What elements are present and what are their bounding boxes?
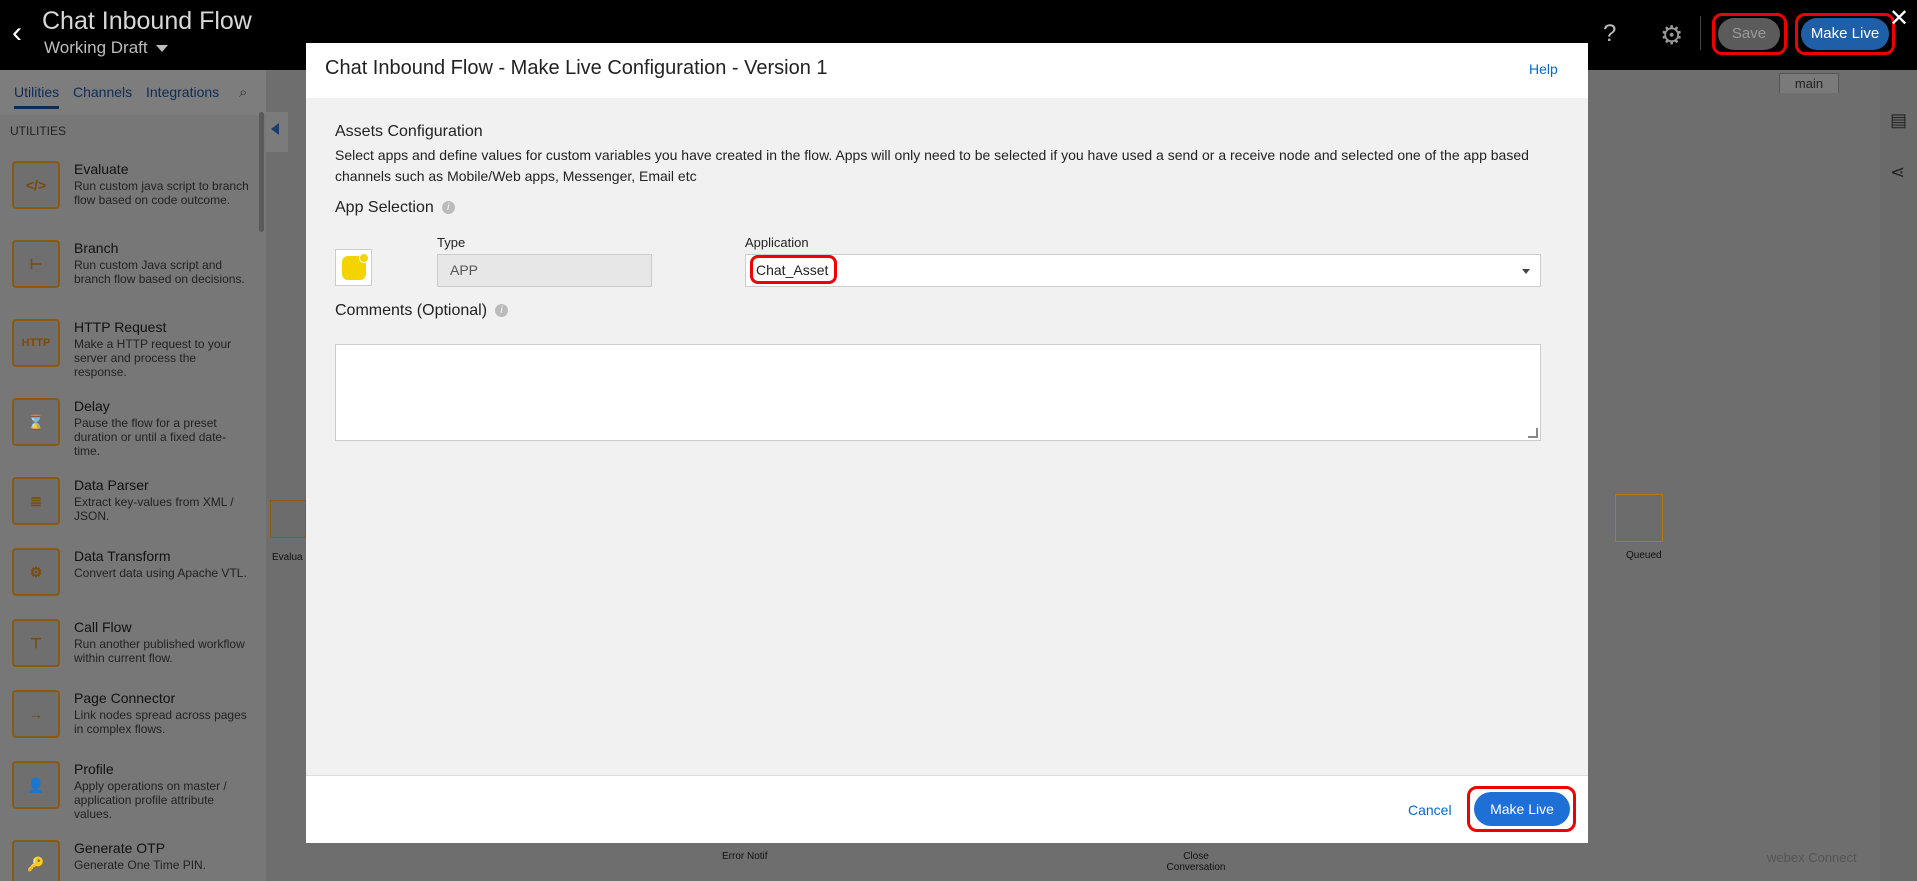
save-highlight (1712, 13, 1787, 55)
utility-name: Profile (74, 761, 114, 777)
gear-icon[interactable]: ⚙ (1660, 20, 1683, 51)
utility-name: Call Flow (74, 619, 132, 635)
tab-integrations[interactable]: Integrations (146, 84, 219, 100)
utility-desc: Convert data using Apache VTL. (74, 566, 247, 580)
dialog-header: Chat Inbound Flow - Make Live Configurat… (306, 43, 1588, 98)
utility-name: Branch (74, 240, 119, 256)
utility-desc: Extract key-values from XML / JSON. (74, 495, 234, 523)
node-label-error-notif: Error Notif (722, 851, 768, 862)
info-icon[interactable]: i (441, 201, 455, 214)
call-flow-icon: ⊤ (12, 619, 60, 667)
utility-delay[interactable]: ⌛ Delay Pause the flow for a preset dura… (12, 398, 262, 468)
utility-http-request[interactable]: HTTP HTTP Request Make a HTTP request to… (12, 319, 262, 389)
utilities-heading: UTILITIES (10, 124, 67, 138)
help-icon[interactable]: ? (1603, 20, 1616, 48)
tab-channels[interactable]: Channels (73, 84, 132, 100)
app-icon-tile (335, 249, 372, 286)
draft-selector[interactable]: Working Draft (44, 38, 168, 58)
application-select[interactable]: Chat_Asset (745, 254, 1541, 287)
data-transform-icon: ⚙ (12, 548, 60, 596)
flow-title: Chat Inbound Flow (42, 7, 252, 35)
utility-data-parser[interactable]: ≣ Data Parser Extract key-values from XM… (12, 477, 262, 547)
utility-desc: Run custom Java script and branch flow b… (74, 258, 245, 286)
key-icon: 🔑 (12, 840, 60, 881)
notes-icon[interactable]: ▤ (1890, 110, 1907, 131)
node-label-queued: Queued (1626, 550, 1662, 561)
profile-icon: 👤 (12, 761, 60, 809)
assets-config-title: Assets Configuration (335, 123, 483, 140)
node-label-close-conversation: Close Conversation (1166, 851, 1226, 873)
dialog-footer: Cancel Make Live (306, 775, 1588, 843)
utility-evaluate[interactable]: </> Evaluate Run custom java script to b… (12, 161, 262, 231)
code-icon: </> (12, 161, 60, 209)
dropdown-arrow-icon (1522, 269, 1530, 274)
make-live-top-highlight (1795, 13, 1895, 55)
make-live-dialog: Chat Inbound Flow - Make Live Configurat… (306, 43, 1588, 843)
brand-logo: webex Connect (1767, 850, 1857, 865)
close-icon[interactable]: ✕ (1889, 4, 1909, 33)
utility-name: Page Connector (74, 690, 176, 706)
utility-name: Evaluate (74, 161, 129, 177)
sidebar-tabs: Utilities Channels Integrations ⌕ (0, 70, 266, 115)
tab-utilities[interactable]: Utilities (14, 84, 60, 109)
comments-heading: Comments (Optional) i (335, 302, 509, 320)
collapse-sidebar-button[interactable] (266, 112, 288, 152)
utility-name: Generate OTP (74, 840, 166, 856)
utility-generate-otp[interactable]: 🔑 Generate OTP Generate One Time PIN. (12, 840, 262, 881)
utility-name: Delay (74, 398, 110, 414)
help-link[interactable]: Help (1529, 61, 1558, 77)
utility-name: HTTP Request (74, 319, 167, 335)
hourglass-icon: ⌛ (12, 398, 60, 446)
app-selection-label: App Selection (335, 199, 434, 216)
tab-main[interactable]: main (1779, 73, 1839, 93)
make-live-highlight (1467, 786, 1576, 832)
sidebar: Utilities Channels Integrations ⌕ UTILIT… (0, 70, 266, 881)
data-parser-icon: ≣ (12, 477, 60, 525)
application-label: Application (745, 235, 809, 250)
branch-icon: ⊢ (12, 240, 60, 288)
back-icon[interactable]: ‹ (12, 18, 34, 48)
http-icon: HTTP (12, 319, 60, 367)
page-connector-icon: → (12, 690, 60, 738)
dialog-title: Chat Inbound Flow - Make Live Configurat… (325, 57, 828, 79)
info-icon[interactable]: i (495, 304, 509, 317)
divider (1700, 16, 1701, 50)
search-icon[interactable]: ⌕ (239, 84, 247, 101)
app-selection-heading: App Selection i (335, 199, 455, 217)
share-icon[interactable]: ⋖ (1890, 162, 1905, 183)
utility-page-connector[interactable]: → Page Connector Link nodes spread acros… (12, 690, 262, 760)
utility-call-flow[interactable]: ⊤ Call Flow Run another published workfl… (12, 619, 262, 689)
comments-label: Comments (Optional) (335, 302, 488, 319)
utility-desc: Pause the flow for a preset duration or … (74, 416, 227, 458)
utility-name: Data Parser (74, 477, 149, 493)
cancel-button[interactable]: Cancel (1408, 802, 1452, 818)
utility-data-transform[interactable]: ⚙ Data Transform Convert data using Apac… (12, 548, 262, 618)
utility-desc: Make a HTTP request to your server and p… (74, 337, 232, 379)
utility-desc: Apply operations on master / application… (74, 779, 227, 821)
utility-profile[interactable]: 👤 Profile Apply operations on master / a… (12, 761, 262, 831)
caret-down-icon (155, 45, 168, 53)
app-icon (342, 253, 369, 280)
comments-textarea[interactable] (335, 344, 1541, 441)
node-label-evaluate: Evalua (272, 552, 303, 563)
utility-name: Data Transform (74, 548, 171, 564)
queued-node[interactable] (1615, 494, 1663, 542)
sidebar-scrollbar[interactable] (259, 112, 264, 232)
resize-grip-icon[interactable] (1528, 428, 1538, 438)
type-field: APP (437, 254, 652, 287)
draft-label: Working Draft (44, 38, 148, 57)
utility-desc: Link nodes spread across pages in comple… (74, 708, 247, 736)
assets-config-desc: Select apps and define values for custom… (335, 147, 1529, 184)
right-rail: ▤ ⋖ (1880, 70, 1917, 881)
chevron-left-icon (271, 123, 279, 135)
evaluate-node[interactable] (270, 500, 306, 538)
application-highlight (750, 255, 837, 284)
utility-desc: Run custom java script to branch flow ba… (74, 179, 249, 207)
utility-desc: Generate One Time PIN. (74, 858, 207, 872)
type-label: Type (437, 235, 466, 250)
utility-branch[interactable]: ⊢ Branch Run custom Java script and bran… (12, 240, 262, 310)
utility-desc: Run another published workflow within cu… (74, 637, 245, 665)
